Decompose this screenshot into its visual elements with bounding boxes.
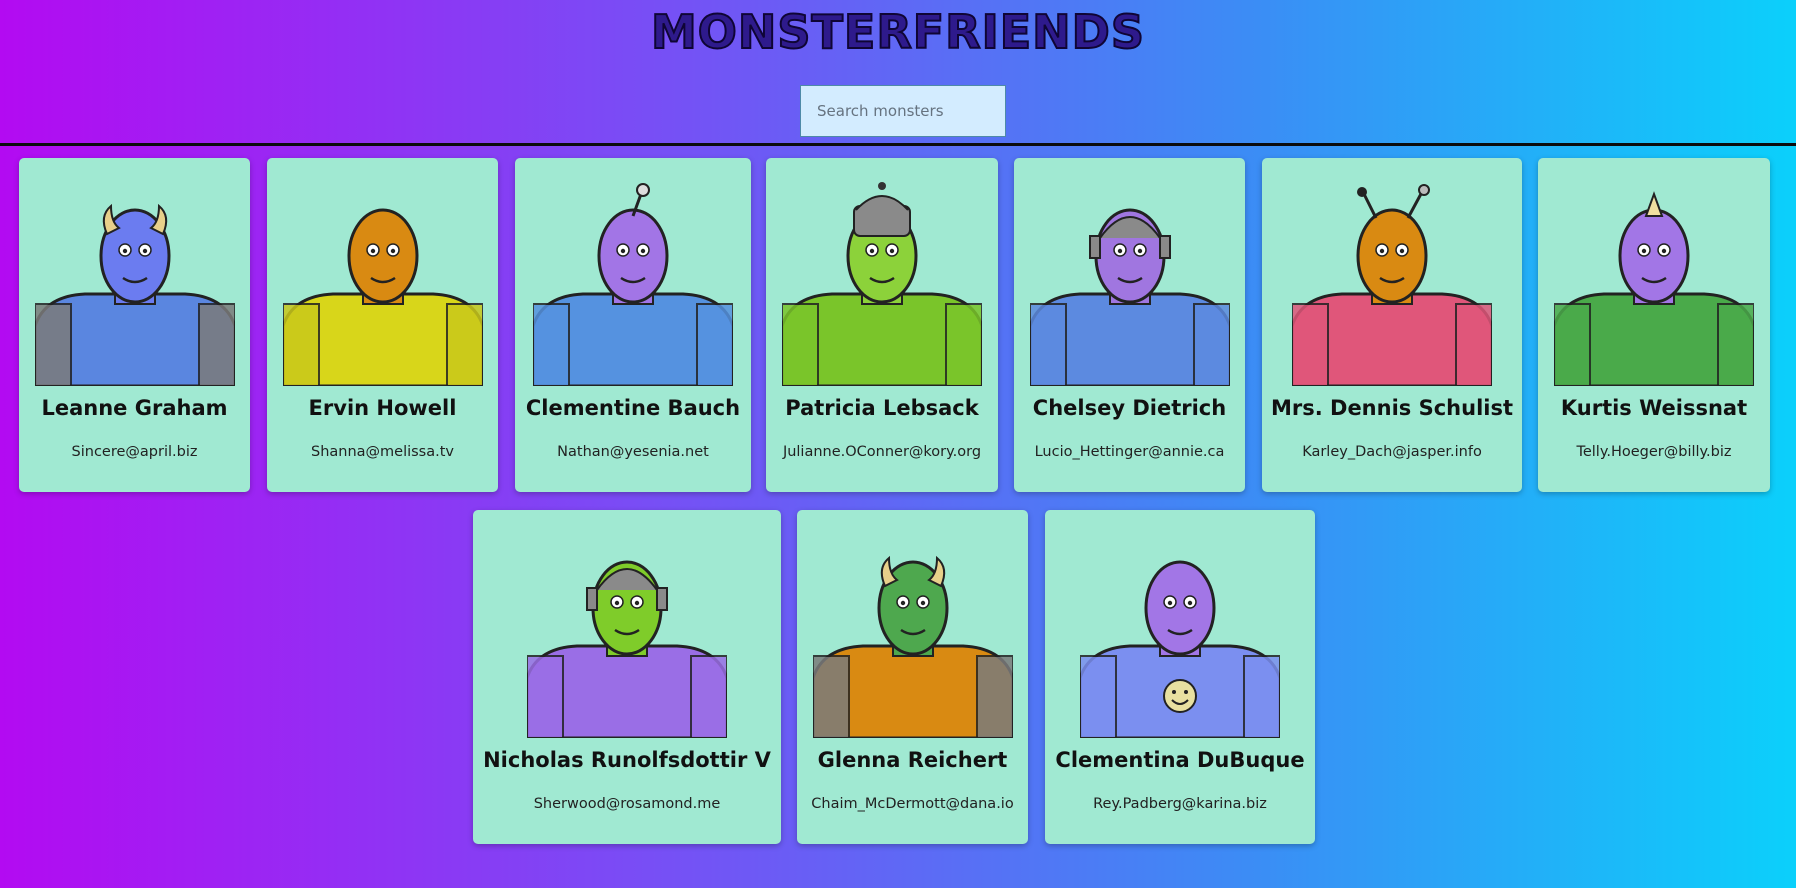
monster-name: Kurtis Weissnat [1560,396,1748,420]
monster-card[interactable]: Leanne Graham Sincere@april.biz [19,158,250,492]
monster-name: Clementina DuBuque [1055,748,1305,772]
monster-email: Shanna@melissa.tv [310,444,455,460]
app-title: MONSTERFRIENDS [650,4,1145,60]
monster-avatar-icon [812,555,1013,738]
monster-email: Chaim_McDermott@dana.io [811,796,1014,812]
monster-name: Glenna Reichert [817,748,1008,772]
header: MONSTERFRIENDS [0,0,1796,146]
monster-card[interactable]: Glenna Reichert Chaim_McDermott@dana.io [797,510,1028,844]
monster-card[interactable]: Patricia Lebsack Julianne.OConner@kory.or… [766,158,998,492]
monster-avatar-icon [782,182,982,386]
monster-email: Telly.Hoeger@billy.biz [1576,444,1732,460]
monster-email: Nathan@yesenia.net [557,444,709,460]
monster-name: Clementine Bauch [525,396,741,420]
monster-name: Chelsey Dietrich [1032,396,1227,420]
search-input[interactable] [800,85,1006,137]
monster-email: Lucio_Hettinger@annie.ca [1034,444,1225,460]
monster-avatar-icon [1080,560,1280,738]
monster-avatar-icon [1292,184,1492,386]
monster-card[interactable]: Chelsey Dietrich Lucio_Hettinger@annie.ca [1014,158,1245,492]
card-list: Leanne Graham Sincere@april.biz Ervin Howe… [0,146,1796,888]
monster-avatar-icon [1554,191,1754,386]
monster-avatar-icon [1029,208,1230,386]
monster-email: Rey.Padberg@karina.biz [1093,796,1267,812]
monster-card[interactable]: Ervin Howell Shanna@melissa.tv [267,158,498,492]
monster-email: Sherwood@rosamond.me [533,796,721,812]
monster-avatar-icon [34,203,235,386]
monster-card[interactable]: Nicholas Runolfsdottir V Sherwood@rosamon… [473,510,781,844]
monster-email: Julianne.OConner@kory.org [782,444,982,460]
monster-card[interactable]: Mrs. Dennis Schulist Karley_Dach@jasper.i… [1262,158,1522,492]
monster-name: Patricia Lebsack [785,396,979,420]
monster-card[interactable]: Clementina DuBuque Rey.Padberg@karina.biz [1045,510,1315,844]
monster-avatar-icon [533,183,733,386]
monster-email: Karley_Dach@jasper.info [1302,444,1482,460]
monster-avatar-icon [527,560,727,738]
monster-email: Sincere@april.biz [71,444,198,460]
monster-name: Mrs. Dennis Schulist [1270,396,1514,420]
monster-name: Ervin Howell [308,396,457,420]
monster-avatar-icon [282,208,483,386]
monster-name: Nicholas Runolfsdottir V [483,748,771,772]
monster-card[interactable]: Clementine Bauch Nathan@yesenia.net [515,158,751,492]
monster-card[interactable]: Kurtis Weissnat Telly.Hoeger@billy.biz [1538,158,1770,492]
monster-name: Leanne Graham [41,396,228,420]
